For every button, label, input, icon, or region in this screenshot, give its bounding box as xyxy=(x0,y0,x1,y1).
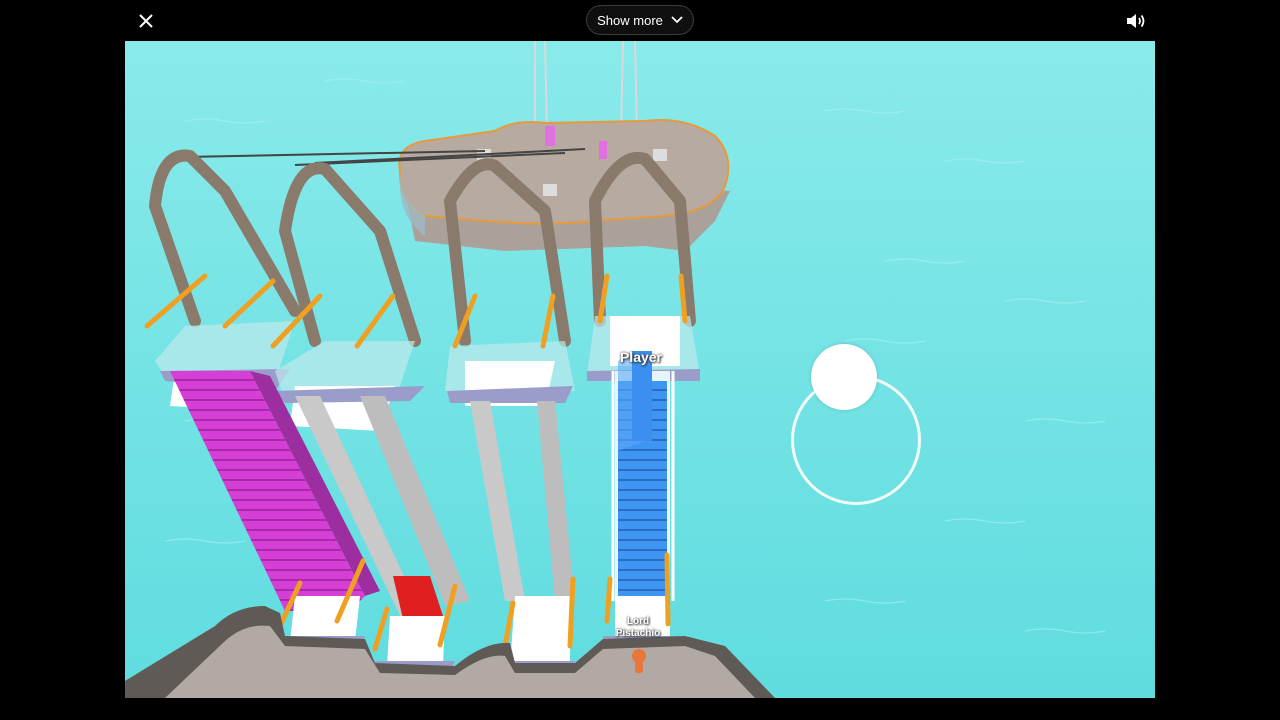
volume-icon xyxy=(1127,14,1145,28)
close-icon xyxy=(139,14,153,28)
npc-name-label: Lord Pistachio xyxy=(605,616,671,640)
show-more-button[interactable]: Show more xyxy=(586,5,694,35)
show-more-label: Show more xyxy=(597,12,663,28)
game-scene xyxy=(125,41,1155,698)
npc-name-line1: Lord xyxy=(626,616,650,627)
virtual-joystick-knob[interactable] xyxy=(811,344,877,410)
player-name-label: Player xyxy=(619,349,663,365)
game-viewport[interactable]: Player Lord Pistachio xyxy=(125,41,1155,698)
top-bar: Show more xyxy=(0,0,1280,41)
chevron-down-icon xyxy=(671,16,683,24)
sound-button[interactable] xyxy=(1122,7,1150,35)
close-button[interactable] xyxy=(132,7,160,35)
npc-name-line2: Pistachio xyxy=(615,628,661,639)
